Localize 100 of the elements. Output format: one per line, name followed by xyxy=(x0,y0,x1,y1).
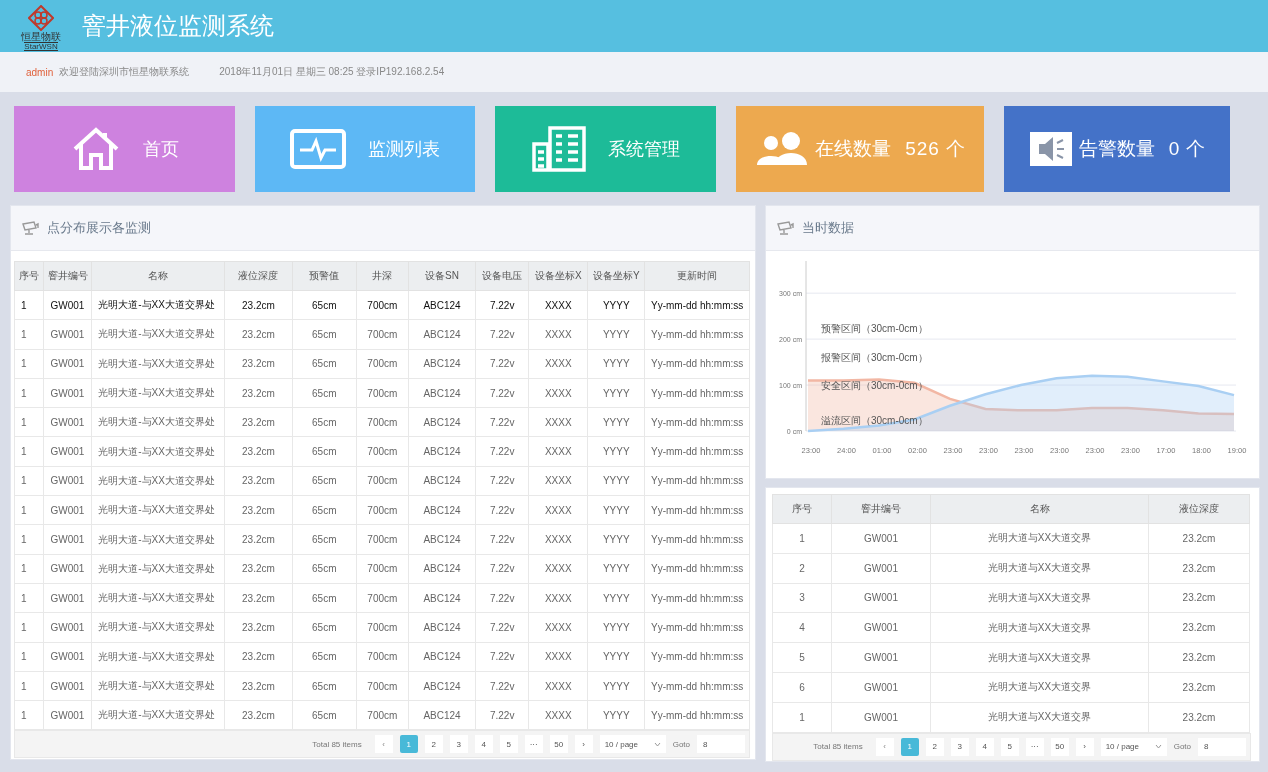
table-cell: GW001 xyxy=(43,319,92,350)
table-cell: 23.2cm xyxy=(224,437,293,467)
table-cell: 光明大道-与XX大道交界处 xyxy=(91,495,225,525)
table-cell: XXXX xyxy=(528,524,588,555)
table-cell: Yy-mm-dd hh:mm:ss xyxy=(644,319,750,350)
table-cell: 65cm xyxy=(292,495,357,525)
column-header: 设备SN xyxy=(408,261,476,291)
zone-label: 预警区间（30cm-0cm） xyxy=(821,322,928,334)
table-cell: Yy-mm-dd hh:mm:ss xyxy=(644,466,750,496)
table-cell: Yy-mm-dd hh:mm:ss xyxy=(644,290,750,320)
column-header: 设备坐标Y xyxy=(587,261,645,291)
column-header: 窨井编号 xyxy=(831,494,931,524)
column-header: 设备坐标X xyxy=(528,261,588,291)
table-cell: 光明大道-与XX大道交界处 xyxy=(91,583,225,613)
table-cell: XXXX xyxy=(528,378,588,408)
goto-label: Goto xyxy=(1173,742,1191,752)
table-cell: 7.22v xyxy=(475,700,529,730)
building-icon xyxy=(531,126,586,172)
table-cell: 23.2cm xyxy=(224,378,293,408)
column-header: 更新时间 xyxy=(644,261,750,291)
table-cell: Yy-mm-dd hh:mm:ss xyxy=(644,612,750,643)
page-button[interactable]: 2 xyxy=(424,735,443,754)
page-button[interactable]: ··· xyxy=(524,735,543,754)
zone-label: 安全区间（30cm-0cm） xyxy=(821,380,928,392)
pulse-monitor-icon xyxy=(290,129,346,169)
app-title: 窨井液位监测系统 xyxy=(82,11,274,41)
table-cell: 1 xyxy=(14,349,44,379)
next-page-button[interactable]: › xyxy=(574,735,593,754)
column-header: 序号 xyxy=(14,261,44,291)
table-cell: YYYY xyxy=(587,319,645,350)
speaker-icon xyxy=(1028,131,1073,167)
stat-tile[interactable]: 告警数量 0 个 xyxy=(1004,106,1230,192)
page-button[interactable]: 3 xyxy=(449,735,468,754)
page-size-select[interactable]: 10 / page xyxy=(1100,737,1167,756)
table-cell: 23.2cm xyxy=(1148,642,1250,673)
page-button[interactable]: 4 xyxy=(474,735,493,754)
table-cell: Yy-mm-dd hh:mm:ss xyxy=(644,642,750,672)
table-cell: ABC124 xyxy=(408,466,476,496)
page-button[interactable]: 50 xyxy=(549,735,568,754)
table-cell: 700cm xyxy=(356,349,409,379)
table-cell: 1 xyxy=(772,702,832,733)
table-cell: 23.2cm xyxy=(224,290,293,320)
table-cell: ABC124 xyxy=(408,290,476,320)
page-button[interactable]: 5 xyxy=(1000,737,1019,756)
table-cell: 700cm xyxy=(356,290,409,320)
column-header: 窨井编号 xyxy=(43,261,92,291)
table-cell: 700cm xyxy=(356,583,409,613)
table-cell: 光明大道-与XX大道交界处 xyxy=(91,466,225,496)
table-cell: 700cm xyxy=(356,671,409,701)
previous-page-button[interactable]: ‹ xyxy=(875,737,894,756)
table-cell: YYYY xyxy=(587,554,645,584)
table-cell: 23.2cm xyxy=(224,554,293,584)
table-cell: 光明大道与XX大道交界 xyxy=(930,523,1149,554)
table-cell: 7.22v xyxy=(475,407,529,437)
table-cell: 23.2cm xyxy=(1148,583,1250,613)
table-cell: YYYY xyxy=(587,349,645,379)
table-cell: ABC124 xyxy=(408,612,476,643)
previous-page-button[interactable]: ‹ xyxy=(374,735,393,754)
goto-input-field[interactable]: 8 xyxy=(1198,737,1246,756)
caret-icon xyxy=(1154,744,1162,750)
table-cell: 23.2cm xyxy=(224,524,293,555)
page-button[interactable]: 5 xyxy=(499,735,518,754)
table-cell: 7.22v xyxy=(475,554,529,584)
table-cell: 1 xyxy=(14,495,44,525)
table-cell: 23.2cm xyxy=(224,349,293,379)
table-cell: YYYY xyxy=(587,407,645,437)
table-cell: GW001 xyxy=(43,466,92,496)
table-cell: 700cm xyxy=(356,524,409,555)
username: admin xyxy=(26,66,54,78)
table-cell: XXXX xyxy=(528,495,588,525)
panel-title: 当时数据 xyxy=(802,219,854,237)
table-cell: GW001 xyxy=(831,612,931,643)
table-cell: GW001 xyxy=(43,290,92,320)
page-button[interactable]: 3 xyxy=(950,737,969,756)
table-cell: 700cm xyxy=(356,554,409,584)
table-cell: 1 xyxy=(14,554,44,584)
goto-input-field[interactable]: 8 xyxy=(697,735,745,754)
table-cell: 光明大道-与XX大道交界处 xyxy=(91,642,225,672)
table-cell: GW001 xyxy=(831,583,931,613)
page-size-select[interactable]: 10 / page xyxy=(599,735,666,754)
table-cell: 7.22v xyxy=(475,524,529,555)
table-cell: 1 xyxy=(14,524,44,555)
table-cell: 23.2cm xyxy=(224,319,293,350)
table-cell: GW001 xyxy=(43,407,92,437)
table-cell: XXXX xyxy=(528,466,588,496)
table-cell: 7.22v xyxy=(475,583,529,613)
table-cell: 7.22v xyxy=(475,671,529,701)
table-cell: Yy-mm-dd hh:mm:ss xyxy=(644,495,750,525)
page-button[interactable]: 50 xyxy=(1050,737,1069,756)
table-cell: YYYY xyxy=(587,700,645,730)
table-cell: 光明大道-与XX大道交界处 xyxy=(91,407,225,437)
page-button[interactable]: 4 xyxy=(975,737,994,756)
people-icon xyxy=(755,131,810,167)
table-cell: 65cm xyxy=(292,378,357,408)
page-button[interactable]: 2 xyxy=(925,737,944,756)
column-header: 名称 xyxy=(930,494,1149,524)
table-cell: Yy-mm-dd hh:mm:ss xyxy=(644,671,750,701)
next-page-button[interactable]: › xyxy=(1075,737,1094,756)
page-button[interactable]: ··· xyxy=(1025,737,1044,756)
table-cell: GW001 xyxy=(831,702,931,733)
